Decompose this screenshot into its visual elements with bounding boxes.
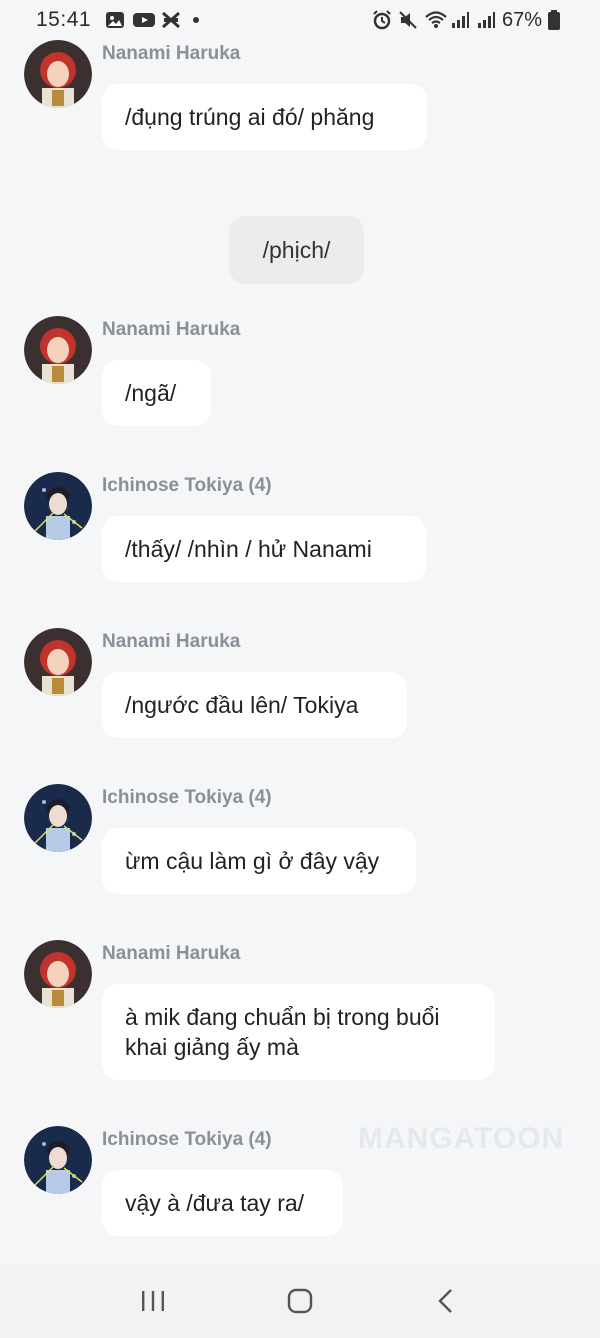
- gallery-icon: [105, 10, 125, 30]
- status-bar: 15:41 67%: [0, 0, 600, 40]
- wifi-icon: [424, 10, 447, 30]
- message-bubble[interactable]: /thấy/ /nhìn / hử Nanami: [102, 516, 426, 582]
- sender-name: Nanami Haruka: [102, 43, 241, 64]
- message-bubble[interactable]: vậy à /đưa tay ra/: [102, 1170, 343, 1236]
- message-bubble[interactable]: à mik đang chuẩn bị trong buổi khai giản…: [102, 984, 495, 1080]
- system-message: /phịch/: [229, 216, 364, 284]
- youtube-icon: [133, 10, 156, 30]
- avatar[interactable]: [24, 40, 92, 108]
- status-time: 15:41: [36, 8, 92, 31]
- message-bubble[interactable]: /ngã/: [102, 360, 211, 426]
- back-icon[interactable]: [427, 1281, 467, 1321]
- sender-name: Nanami Haruka: [102, 631, 241, 652]
- message-bubble[interactable]: /đụng trúng ai đó/ phăng: [102, 84, 427, 150]
- avatar[interactable]: [24, 784, 92, 852]
- status-right: 67%: [372, 9, 568, 32]
- signal-icon: [450, 10, 470, 30]
- recent-apps-icon[interactable]: [133, 1281, 173, 1321]
- avatar[interactable]: [24, 628, 92, 696]
- sender-name: Nanami Haruka: [102, 943, 241, 964]
- sender-name: Ichinose Tokiya (4): [102, 1129, 272, 1150]
- avatar[interactable]: [24, 940, 92, 1008]
- notification-dot: [193, 17, 200, 23]
- message-bubble[interactable]: /ngước đầu lên/ Tokiya: [102, 672, 407, 738]
- signal-icon: [476, 10, 496, 30]
- battery-percent: 67%: [501, 8, 542, 31]
- home-icon[interactable]: [280, 1281, 320, 1321]
- avatar[interactable]: [24, 472, 92, 540]
- navigation-bar: [0, 1264, 600, 1338]
- sender-name: Nanami Haruka: [102, 319, 241, 340]
- alarm-icon: [372, 10, 392, 30]
- message-bubble[interactable]: ừm cậu làm gì ở đây vậy: [102, 828, 416, 894]
- status-left: 15:41: [36, 8, 200, 32]
- capcut-icon: [161, 10, 181, 30]
- avatar[interactable]: [24, 1126, 92, 1194]
- sender-name: Ichinose Tokiya (4): [102, 475, 272, 496]
- mute-icon: [398, 10, 418, 30]
- sender-name: Ichinose Tokiya (4): [102, 787, 272, 808]
- watermark-logo: MANGATOON: [358, 1122, 565, 1155]
- avatar[interactable]: [24, 316, 92, 384]
- battery-icon: [548, 10, 568, 30]
